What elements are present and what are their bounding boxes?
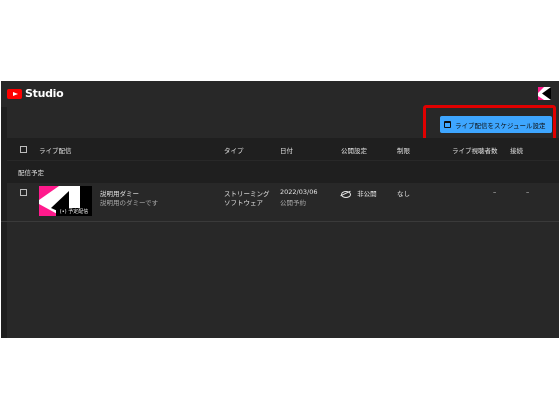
viewers-cell: – (493, 188, 497, 196)
col-visibility[interactable]: 公開設定 (341, 145, 367, 155)
calendar-icon (444, 121, 451, 128)
col-type[interactable]: タイプ (224, 145, 244, 155)
schedule-stream-label: ライブ配信をスケジュール設定 (455, 121, 546, 130)
col-connection[interactable]: 接続 (510, 145, 523, 155)
col-live[interactable]: ライブ配信 (39, 145, 72, 155)
visibility-label: 非公開 (357, 190, 377, 198)
stream-date: 2022/03/06 (280, 188, 318, 196)
stream-thumbnail[interactable]: (•) 予定配信 (39, 186, 92, 216)
section-header: 配信予定 (1, 161, 559, 183)
table-row[interactable]: (•) 予定配信 説明用ダミー 説明用のダミーです ストリーミング ソフトウェア… (1, 183, 559, 222)
section-title: 配信予定 (18, 169, 44, 177)
studio-brand[interactable]: Studio (25, 87, 64, 100)
type-line-2: ソフトウェア (224, 199, 263, 207)
col-date[interactable]: 日付 (280, 145, 293, 155)
visibility-cell[interactable]: 非公開 (341, 188, 377, 198)
top-bar: Studio (1, 81, 559, 107)
youtube-logo-icon[interactable] (7, 89, 22, 99)
highlight-box: ライブ配信をスケジュール設定 (423, 105, 556, 141)
thumbnail-badge: (•) 予定配信 (56, 208, 92, 216)
studio-window: Studio ライブ配信をスケジュール設定 ライブ配信 タイプ 日付 公開設定 … (1, 81, 559, 338)
schedule-stream-button[interactable]: ライブ配信をスケジュール設定 (440, 116, 552, 133)
channel-avatar-icon[interactable] (538, 87, 551, 100)
restrictions-cell: なし (397, 190, 410, 198)
date-status: 公開予約 (280, 199, 306, 207)
table-header: ライブ配信 タイプ 日付 公開設定 制限 ライブ視聴者数 接続 (1, 138, 559, 160)
connection-cell: – (526, 188, 530, 196)
visibility-off-icon (341, 190, 351, 198)
row-checkbox[interactable] (20, 189, 27, 196)
col-viewers[interactable]: ライブ視聴者数 (452, 145, 498, 155)
select-all-checkbox[interactable] (20, 146, 27, 153)
stream-description: 説明用のダミーです (100, 199, 159, 207)
col-restrictions[interactable]: 制限 (397, 145, 410, 155)
